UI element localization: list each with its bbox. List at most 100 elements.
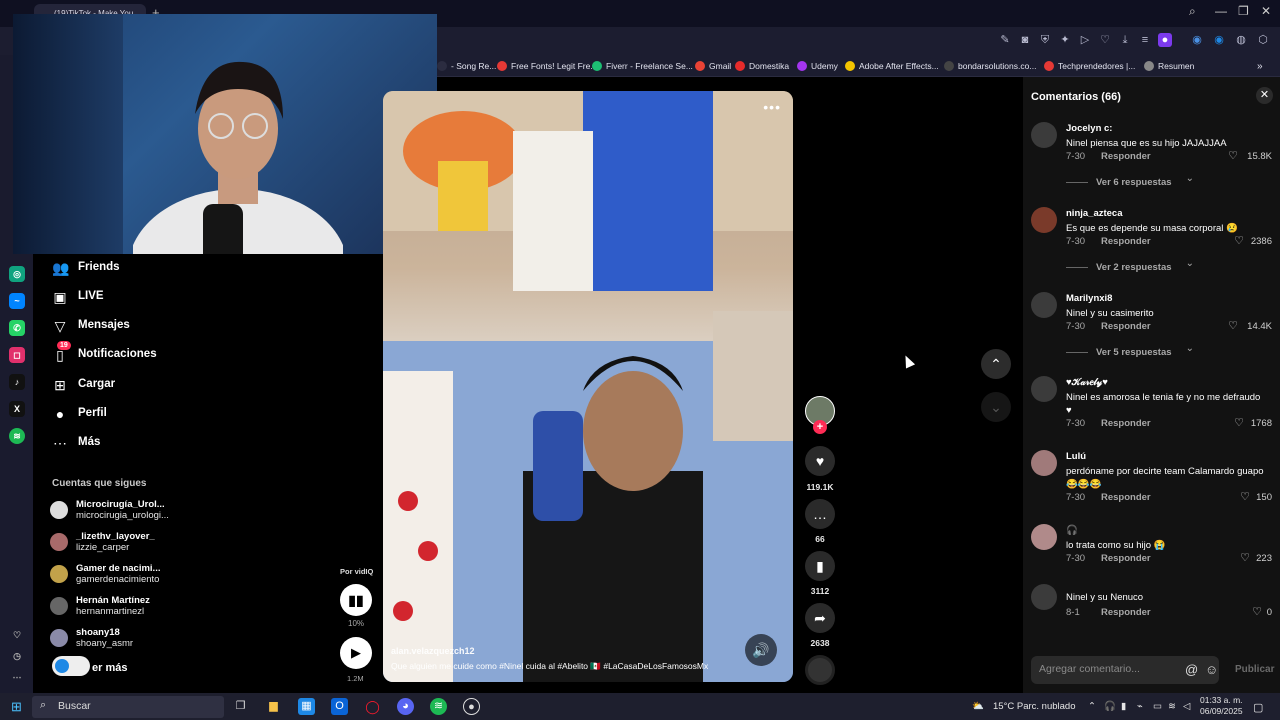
heart-icon[interactable]: ♡ bbox=[1240, 490, 1250, 503]
instagram-icon[interactable]: ◻ bbox=[9, 347, 25, 363]
windows-start-icon[interactable]: ⊞ bbox=[8, 698, 25, 715]
video-author[interactable]: alan.velazquezch12 bbox=[391, 646, 475, 656]
comment-like-count[interactable]: 2386 bbox=[1251, 236, 1272, 247]
notification-center-icon[interactable]: ▢ bbox=[1253, 701, 1263, 714]
reply-button[interactable]: Responder bbox=[1101, 321, 1151, 332]
bookmark-item[interactable]: Free Fonts! Legit Fre... bbox=[497, 61, 597, 71]
spotify-icon[interactable]: ≋ bbox=[9, 428, 25, 444]
settings-icon[interactable]: ⬡ bbox=[1256, 33, 1270, 47]
comment-like-count[interactable]: 14.4K bbox=[1247, 321, 1272, 332]
comment-username[interactable]: Marilynxi8 bbox=[1066, 293, 1112, 304]
extension-icon[interactable]: ✦ bbox=[1058, 33, 1072, 47]
sidebar-nav-item[interactable]: Cargar bbox=[78, 378, 115, 390]
close-comments-button[interactable]: ✕ bbox=[1256, 87, 1273, 104]
share-button[interactable]: ➦ bbox=[805, 603, 835, 633]
maximize-button[interactable]: ❐ bbox=[1238, 4, 1249, 18]
heart-icon[interactable]: ♡ bbox=[1252, 605, 1262, 618]
bookmark-item[interactable]: bondarsolutions.co... bbox=[944, 61, 1036, 71]
bookmark-item[interactable]: Techprendedores |... bbox=[1044, 61, 1135, 71]
sidebar-nav-item[interactable]: Notificaciones bbox=[78, 348, 157, 360]
video-player[interactable]: ••• alan.velazquezch12 Que alguien me cu… bbox=[383, 91, 793, 682]
comment-avatar[interactable] bbox=[1031, 584, 1057, 610]
sidebar-nav-item[interactable]: LIVE bbox=[78, 290, 104, 302]
taskbar-clock[interactable]: 01:33 a. m. 06/09/2025 bbox=[1200, 695, 1243, 717]
floating-toggle[interactable] bbox=[52, 656, 90, 676]
comment-avatar[interactable] bbox=[1031, 524, 1057, 550]
reply-button[interactable]: Responder bbox=[1101, 607, 1151, 618]
comment-avatar[interactable] bbox=[1031, 292, 1057, 318]
save-button[interactable]: ▮ bbox=[805, 551, 835, 581]
extension-gray-icon[interactable]: ◍ bbox=[1234, 33, 1248, 47]
emoji-icon[interactable]: ☺ bbox=[1205, 662, 1218, 677]
messenger-icon[interactable]: ~ bbox=[9, 293, 25, 309]
tray-headset-icon[interactable]: 🎧 bbox=[1104, 701, 1116, 712]
download-icon[interactable]: ⤓ bbox=[1118, 33, 1132, 47]
edit-icon[interactable]: ✎ bbox=[998, 33, 1012, 47]
comment-like-count[interactable]: 15.8K bbox=[1247, 151, 1272, 162]
x-icon[interactable]: X bbox=[9, 401, 25, 417]
video-more-icon[interactable]: ••• bbox=[763, 99, 781, 115]
follow-plus-icon[interactable]: + bbox=[813, 420, 827, 434]
like-button[interactable]: ♥ bbox=[805, 446, 835, 476]
next-video-button[interactable]: ⌄ bbox=[981, 392, 1011, 422]
heart-icon[interactable]: ♡ bbox=[1234, 416, 1244, 429]
heart-icon[interactable]: ♡ bbox=[9, 627, 25, 643]
bookmarks-overflow-icon[interactable]: » bbox=[1257, 61, 1263, 72]
comment-like-count[interactable]: 1768 bbox=[1251, 418, 1272, 429]
comment-username[interactable]: ninja_azteca bbox=[1066, 208, 1123, 219]
bookmark-item[interactable]: Adobe After Effects... bbox=[845, 61, 939, 71]
obs-icon[interactable]: ● bbox=[463, 698, 480, 715]
extension-blue-icon[interactable]: ◉ bbox=[1212, 33, 1226, 47]
store-icon[interactable]: ▦ bbox=[298, 698, 315, 715]
minimize-button[interactable]: — bbox=[1215, 4, 1227, 18]
comment-like-count[interactable]: 223 bbox=[1256, 553, 1272, 564]
menu-icon[interactable]: ≡ bbox=[1138, 33, 1152, 47]
bookmark-item[interactable]: Udemy bbox=[797, 61, 838, 71]
weather-text[interactable]: 15°C Parc. nublado bbox=[993, 701, 1076, 712]
heart-icon[interactable]: ♡ bbox=[1234, 234, 1244, 247]
bookmark-item[interactable]: Resumen bbox=[1144, 61, 1194, 71]
view-replies-button[interactable]: Ver 5 respuestas bbox=[1066, 347, 1172, 358]
view-replies-button[interactable]: Ver 2 respuestas bbox=[1066, 262, 1172, 273]
vidiq-stats-button[interactable]: ▮▮ bbox=[340, 584, 372, 616]
comment-like-count[interactable]: 0 bbox=[1267, 607, 1272, 618]
tray-chevron-icon[interactable]: ⌃ bbox=[1088, 701, 1096, 712]
previous-video-button[interactable]: ⌃ bbox=[981, 349, 1011, 379]
music-disc-icon[interactable] bbox=[805, 655, 835, 685]
comment-avatar[interactable] bbox=[1031, 450, 1057, 476]
sidebar-nav-item[interactable]: Más bbox=[78, 436, 100, 448]
volume-icon[interactable]: 🔊 bbox=[745, 634, 777, 666]
weather-icon[interactable]: ⛅ bbox=[972, 701, 984, 712]
view-replies-button[interactable]: Ver 6 respuestas bbox=[1066, 177, 1172, 188]
comment-avatar[interactable] bbox=[1031, 207, 1057, 233]
comment-username[interactable]: Jocelyn c: bbox=[1066, 123, 1112, 134]
heart-icon[interactable]: ♡ bbox=[1098, 33, 1112, 47]
reply-button[interactable]: Responder bbox=[1101, 553, 1151, 564]
post-comment-button[interactable]: Publicar bbox=[1235, 664, 1274, 675]
search-tabs-icon[interactable]: ⌕ bbox=[1189, 4, 1196, 19]
sidebar-nav-item[interactable]: Perfil bbox=[78, 407, 107, 419]
heart-icon[interactable]: ♡ bbox=[1228, 149, 1238, 162]
history-icon[interactable]: ◷ bbox=[9, 648, 25, 664]
vidiq-play-button[interactable]: ▶ bbox=[340, 637, 372, 669]
tray-usb-icon[interactable]: ⌁ bbox=[1137, 701, 1143, 712]
mention-icon[interactable]: @ bbox=[1185, 662, 1198, 677]
comment-like-count[interactable]: 150 bbox=[1256, 492, 1272, 503]
reply-button[interactable]: Responder bbox=[1101, 492, 1151, 503]
discord-icon[interactable]: ◕ bbox=[397, 698, 414, 715]
taskbar-search[interactable]: ⌕ Buscar bbox=[32, 696, 224, 718]
reply-button[interactable]: Responder bbox=[1101, 418, 1151, 429]
tray-mic-icon[interactable]: ▮ bbox=[1121, 701, 1126, 712]
chatgpt-icon[interactable]: ◎ bbox=[9, 266, 25, 282]
comment-username[interactable]: 🎧 bbox=[1066, 525, 1078, 536]
opera-icon[interactable]: ◯ bbox=[364, 698, 381, 715]
volume-tray-icon[interactable]: ◁ bbox=[1183, 701, 1190, 712]
bookmark-item[interactable]: Domestika bbox=[735, 61, 789, 71]
send-icon[interactable]: ▷ bbox=[1078, 33, 1092, 47]
tray-display-icon[interactable]: ▭ bbox=[1153, 701, 1162, 712]
bookmark-item[interactable]: Gmail bbox=[695, 61, 731, 71]
outlook-icon[interactable]: O bbox=[331, 698, 348, 715]
task-view-icon[interactable]: ❐ bbox=[232, 698, 249, 715]
bookmark-item[interactable]: Fiverr - Freelance Se... bbox=[592, 61, 693, 71]
bookmark-item[interactable]: - Song Re... bbox=[437, 61, 496, 71]
